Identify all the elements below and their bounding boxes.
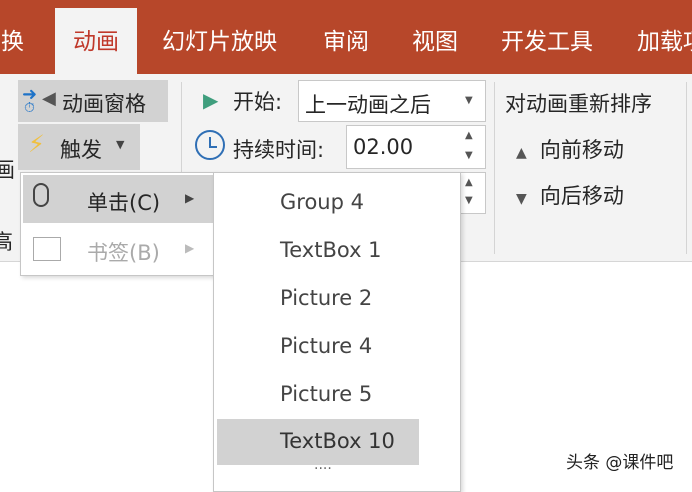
more-items-indicator[interactable]: ···· — [314, 461, 332, 477]
tab-review[interactable]: 审阅 — [323, 22, 369, 56]
bookmark-icon — [33, 237, 61, 261]
spin-up-icon[interactable]: ▲ — [465, 177, 473, 188]
watermark: 头条 @课件吧 — [566, 453, 674, 473]
move-later-button[interactable]: ▼ 向后移动 — [516, 180, 624, 210]
menu-item-bookmark[interactable]: 书签(B) ▶ — [23, 225, 213, 273]
submenu-item-highlighted[interactable]: TextBox 10 — [217, 419, 419, 465]
submenu-item[interactable]: Picture 2 — [280, 286, 372, 310]
duration-label: 持续时间: — [233, 138, 325, 162]
tab-slideshow[interactable]: 幻灯片放映 — [162, 22, 277, 56]
spin-down-icon[interactable]: ▼ — [465, 150, 473, 161]
menu-item-label: 书签(B) — [87, 241, 160, 265]
chevron-down-icon: ▼ — [116, 138, 125, 151]
divider — [494, 82, 495, 254]
animation-pane-button[interactable]: ➜ ⏱ ◀ 动画窗格 — [18, 80, 168, 122]
divider — [686, 82, 687, 254]
clock-icon — [195, 130, 225, 160]
submenu-item[interactable]: Picture 4 — [280, 334, 372, 358]
ribbon-tab-bar: 切换 动画 幻灯片放映 审阅 视图 开发工具 加载项 — [0, 0, 692, 74]
mouse-icon — [33, 183, 49, 207]
tab-transitions[interactable]: 切换 — [0, 22, 24, 56]
tab-addins[interactable]: 加载项 — [637, 22, 692, 56]
start-dropdown[interactable]: 上一动画之后 ▼ — [298, 80, 486, 122]
submenu-item[interactable]: TextBox 1 — [280, 238, 382, 262]
speaker-icon: ◀ — [42, 88, 56, 109]
trigger-button[interactable]: ⚡ 触发 ▼ — [18, 124, 140, 170]
trigger-menu: 单击(C) ▶ 书签(B) ▶ — [20, 172, 216, 276]
cut-label: 高 — [0, 230, 13, 254]
chevron-down-icon: ▼ — [465, 95, 473, 106]
chevron-right-icon: ▶ — [185, 191, 195, 205]
chevron-right-icon: ▶ — [185, 241, 195, 255]
move-later-label: 向后移动 — [539, 184, 624, 208]
spin-up-icon[interactable]: ▲ — [465, 130, 473, 141]
animation-pane-label: 动画窗格 — [62, 92, 146, 116]
move-earlier-button[interactable]: ▲ 向前移动 — [516, 134, 624, 164]
triangle-up-icon: ▲ — [516, 145, 527, 161]
spin-down-icon[interactable]: ▼ — [465, 195, 473, 206]
menu-item-label: 单击(C) — [87, 191, 161, 215]
trigger-label: 触发 — [60, 138, 102, 162]
tab-developer[interactable]: 开发工具 — [501, 22, 593, 56]
lightning-icon: ⚡ — [28, 130, 45, 158]
menu-item-on-click[interactable]: 单击(C) ▶ — [23, 175, 213, 223]
duration-spinner[interactable]: 02.00 ▲ ▼ — [346, 125, 486, 169]
move-earlier-label: 向前移动 — [539, 138, 624, 162]
cut-label: 画 — [0, 158, 15, 182]
reorder-title: 对动画重新排序 — [505, 92, 652, 116]
timer-icon: ⏱ — [24, 100, 35, 116]
submenu-item[interactable]: Picture 5 — [280, 382, 372, 406]
start-label: 开始: — [233, 90, 283, 114]
submenu-item[interactable]: Group 4 — [280, 190, 364, 214]
tab-animations[interactable]: 动画 — [55, 8, 137, 74]
duration-value: 02.00 — [353, 135, 414, 159]
tab-view[interactable]: 视图 — [412, 22, 458, 56]
start-value: 上一动画之后 — [305, 93, 431, 117]
play-icon: ▶ — [203, 88, 219, 112]
triangle-down-icon: ▼ — [516, 191, 527, 207]
submenu-item-label: TextBox 10 — [280, 429, 395, 453]
trigger-object-submenu: Group 4 TextBox 1 Picture 2 Picture 4 Pi… — [213, 172, 461, 492]
